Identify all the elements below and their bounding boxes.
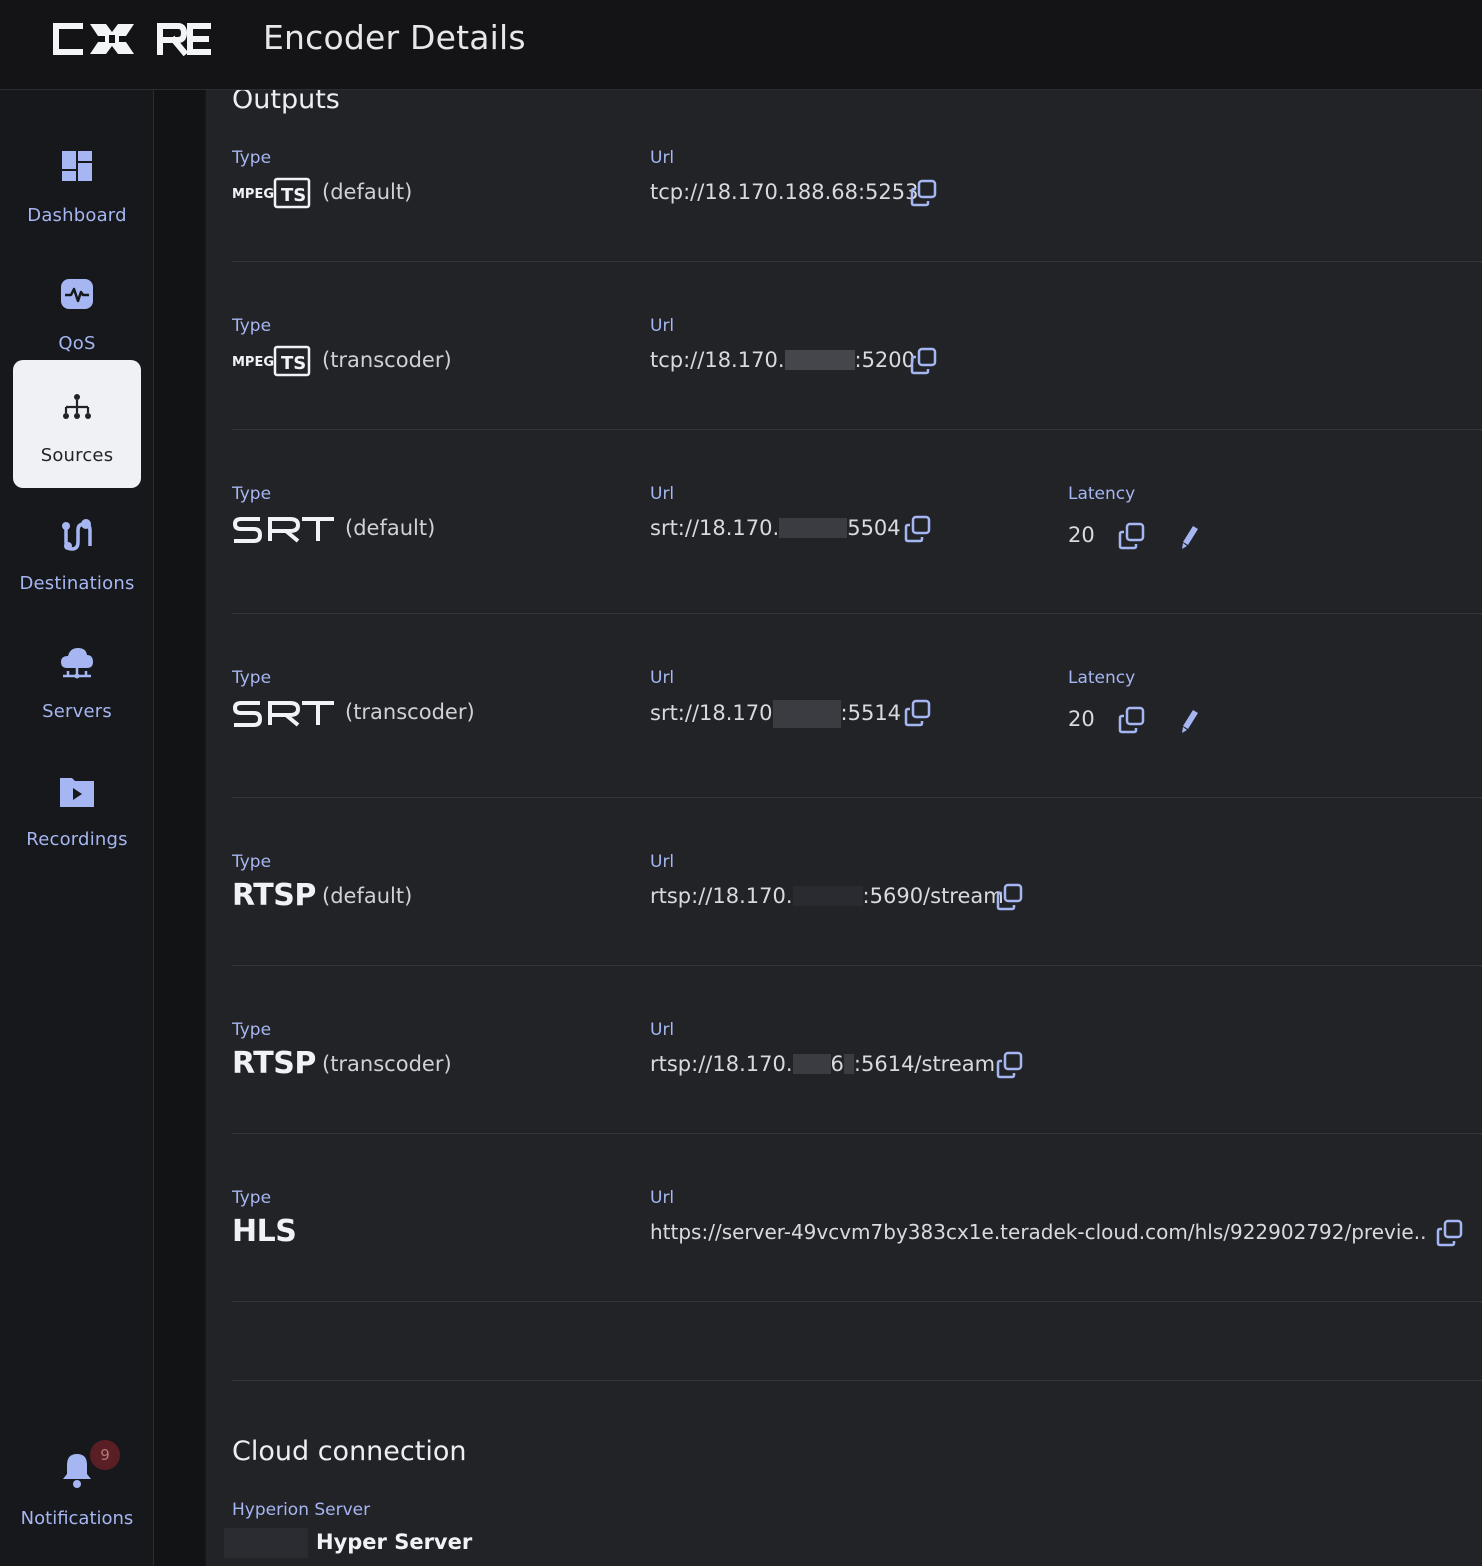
main-content: Outputs Type MPEG TS (default) Url tcp:/… xyxy=(206,90,1482,1566)
latency-label: Latency xyxy=(1068,484,1136,504)
copy-icon[interactable] xyxy=(1118,522,1146,550)
hyperion-server-name: Hyper Server xyxy=(316,1530,473,1554)
recordings-icon xyxy=(60,778,94,807)
edit-pencil-icon[interactable] xyxy=(1179,708,1201,734)
url-label: Url xyxy=(650,1020,675,1040)
url-label: Url xyxy=(650,668,675,688)
url-label: Url xyxy=(650,852,675,872)
type-label: Type xyxy=(232,1188,272,1208)
copy-icon[interactable] xyxy=(904,515,932,543)
sidebar-item-label: Notifications xyxy=(20,1508,134,1529)
type-suffix: (transcoder) xyxy=(345,700,475,724)
sidebar: Dashboard QoS Sources Destinations Serve… xyxy=(0,90,154,1566)
sidebar-item-notifications[interactable]: 9 Notifications xyxy=(13,1440,141,1550)
latency-value: 20 xyxy=(1068,523,1095,547)
copy-icon[interactable] xyxy=(996,883,1024,911)
output-row: Type MPEG TS (transcoder) Url tcp://18.1… xyxy=(232,310,1482,430)
sidebar-item-label: Sources xyxy=(40,445,114,466)
copy-icon[interactable] xyxy=(910,179,938,207)
url-label: Url xyxy=(650,1188,675,1208)
sidebar-item-sources[interactable]: Sources xyxy=(13,360,141,488)
type-label: Type xyxy=(232,148,272,168)
redacted-segment xyxy=(772,700,841,728)
dashboard-icon xyxy=(62,151,92,181)
url-value: rtsp://18.170. 6:5614/stream xyxy=(650,1052,996,1076)
type-label: Type xyxy=(232,316,272,336)
sidebar-item-label: Recordings xyxy=(26,829,128,850)
url-label: Url xyxy=(650,316,675,336)
output-row: Type RTSP (default) Url rtsp://18.170.:5… xyxy=(232,846,1482,966)
rtsp-logo: RTSP xyxy=(232,1046,316,1081)
page-title: Encoder Details xyxy=(263,18,526,57)
copy-icon[interactable] xyxy=(910,347,938,375)
type-suffix: (default) xyxy=(322,180,413,204)
type-label: Type xyxy=(232,852,272,872)
latency-label: Latency xyxy=(1068,668,1136,688)
hyperion-server-label: Hyperion Server xyxy=(232,1500,371,1520)
sidebar-item-label: Destinations xyxy=(19,573,135,594)
rtsp-logo: RTSP xyxy=(232,878,316,913)
copy-icon[interactable] xyxy=(904,699,932,727)
type-label: Type xyxy=(232,1020,272,1040)
core-logo[interactable] xyxy=(50,22,212,56)
sidebar-item-servers[interactable]: Servers xyxy=(13,616,141,744)
output-row: Type (default) Url srt://18.170. 5504 Lat… xyxy=(232,478,1482,614)
url-value: tcp://18.170.:5200 xyxy=(650,348,916,372)
output-row: Type RTSP (transcoder) Url rtsp://18.170… xyxy=(232,1014,1482,1134)
url-value: srt://18.170:5514 xyxy=(650,700,901,728)
qos-icon xyxy=(61,279,93,309)
sidebar-item-label: Dashboard xyxy=(27,205,127,226)
type-label: Type xyxy=(232,484,272,504)
outputs-title: Outputs xyxy=(232,90,340,115)
mpeg-ts-logo: MPEG TS xyxy=(232,345,311,377)
redacted-segment xyxy=(224,1528,308,1558)
url-value: tcp://18.170.188.68:5253 xyxy=(650,180,919,204)
redacted-segment xyxy=(792,1054,831,1074)
servers-icon xyxy=(61,648,93,679)
top-bar: Encoder Details xyxy=(0,0,1482,90)
copy-icon[interactable] xyxy=(996,1051,1024,1079)
svg-text:MPEG: MPEG xyxy=(232,355,274,370)
redacted-segment xyxy=(779,518,848,538)
mpeg-ts-logo: MPEG TS xyxy=(232,177,311,209)
type-suffix: (default) xyxy=(345,516,436,540)
sidebar-item-qos[interactable]: QoS xyxy=(13,248,141,376)
sidebar-item-label: QoS xyxy=(58,333,96,354)
srt-logo xyxy=(232,517,334,543)
url-label: Url xyxy=(650,484,675,504)
sidebar-item-destinations[interactable]: Destinations xyxy=(13,488,141,616)
cloud-connection-title: Cloud connection xyxy=(232,1436,467,1467)
url-value: https://server-49vcvm7by383cx1e.teradek-… xyxy=(650,1220,1426,1244)
srt-logo xyxy=(232,701,334,727)
copy-icon[interactable] xyxy=(1436,1219,1464,1247)
output-row: Type (transcoder) Url srt://18.170:5514 … xyxy=(232,662,1482,798)
destinations-icon xyxy=(62,519,92,551)
output-row: Type HLS Url https://server-49vcvm7by383… xyxy=(232,1182,1482,1302)
type-label: Type xyxy=(232,668,272,688)
redacted-segment xyxy=(784,350,855,370)
sidebar-item-label: Servers xyxy=(42,701,112,722)
sidebar-item-dashboard[interactable]: Dashboard xyxy=(13,120,141,248)
type-suffix: (default) xyxy=(322,884,413,908)
divider xyxy=(232,1302,1482,1381)
content-gutter xyxy=(154,90,205,1566)
sources-icon xyxy=(63,394,91,419)
svg-text:MPEG: MPEG xyxy=(232,187,274,202)
output-row: Type MPEG TS (default) Url tcp://18.170.… xyxy=(232,142,1482,262)
url-value: srt://18.170. 5504 xyxy=(650,516,901,540)
sidebar-item-recordings[interactable]: Recordings xyxy=(13,744,141,872)
svg-text:TS: TS xyxy=(281,185,306,206)
notification-count-badge: 9 xyxy=(90,1440,120,1470)
url-label: Url xyxy=(650,148,675,168)
redacted-segment xyxy=(792,886,863,906)
copy-icon[interactable] xyxy=(1118,706,1146,734)
hls-logo: HLS xyxy=(232,1214,297,1249)
edit-pencil-icon[interactable] xyxy=(1179,524,1201,550)
redacted-segment xyxy=(843,1054,854,1074)
type-suffix: (transcoder) xyxy=(322,348,452,372)
url-value: rtsp://18.170.:5690/stream xyxy=(650,884,1004,908)
svg-text:TS: TS xyxy=(281,353,306,374)
type-suffix: (transcoder) xyxy=(322,1052,452,1076)
latency-value: 20 xyxy=(1068,707,1095,731)
